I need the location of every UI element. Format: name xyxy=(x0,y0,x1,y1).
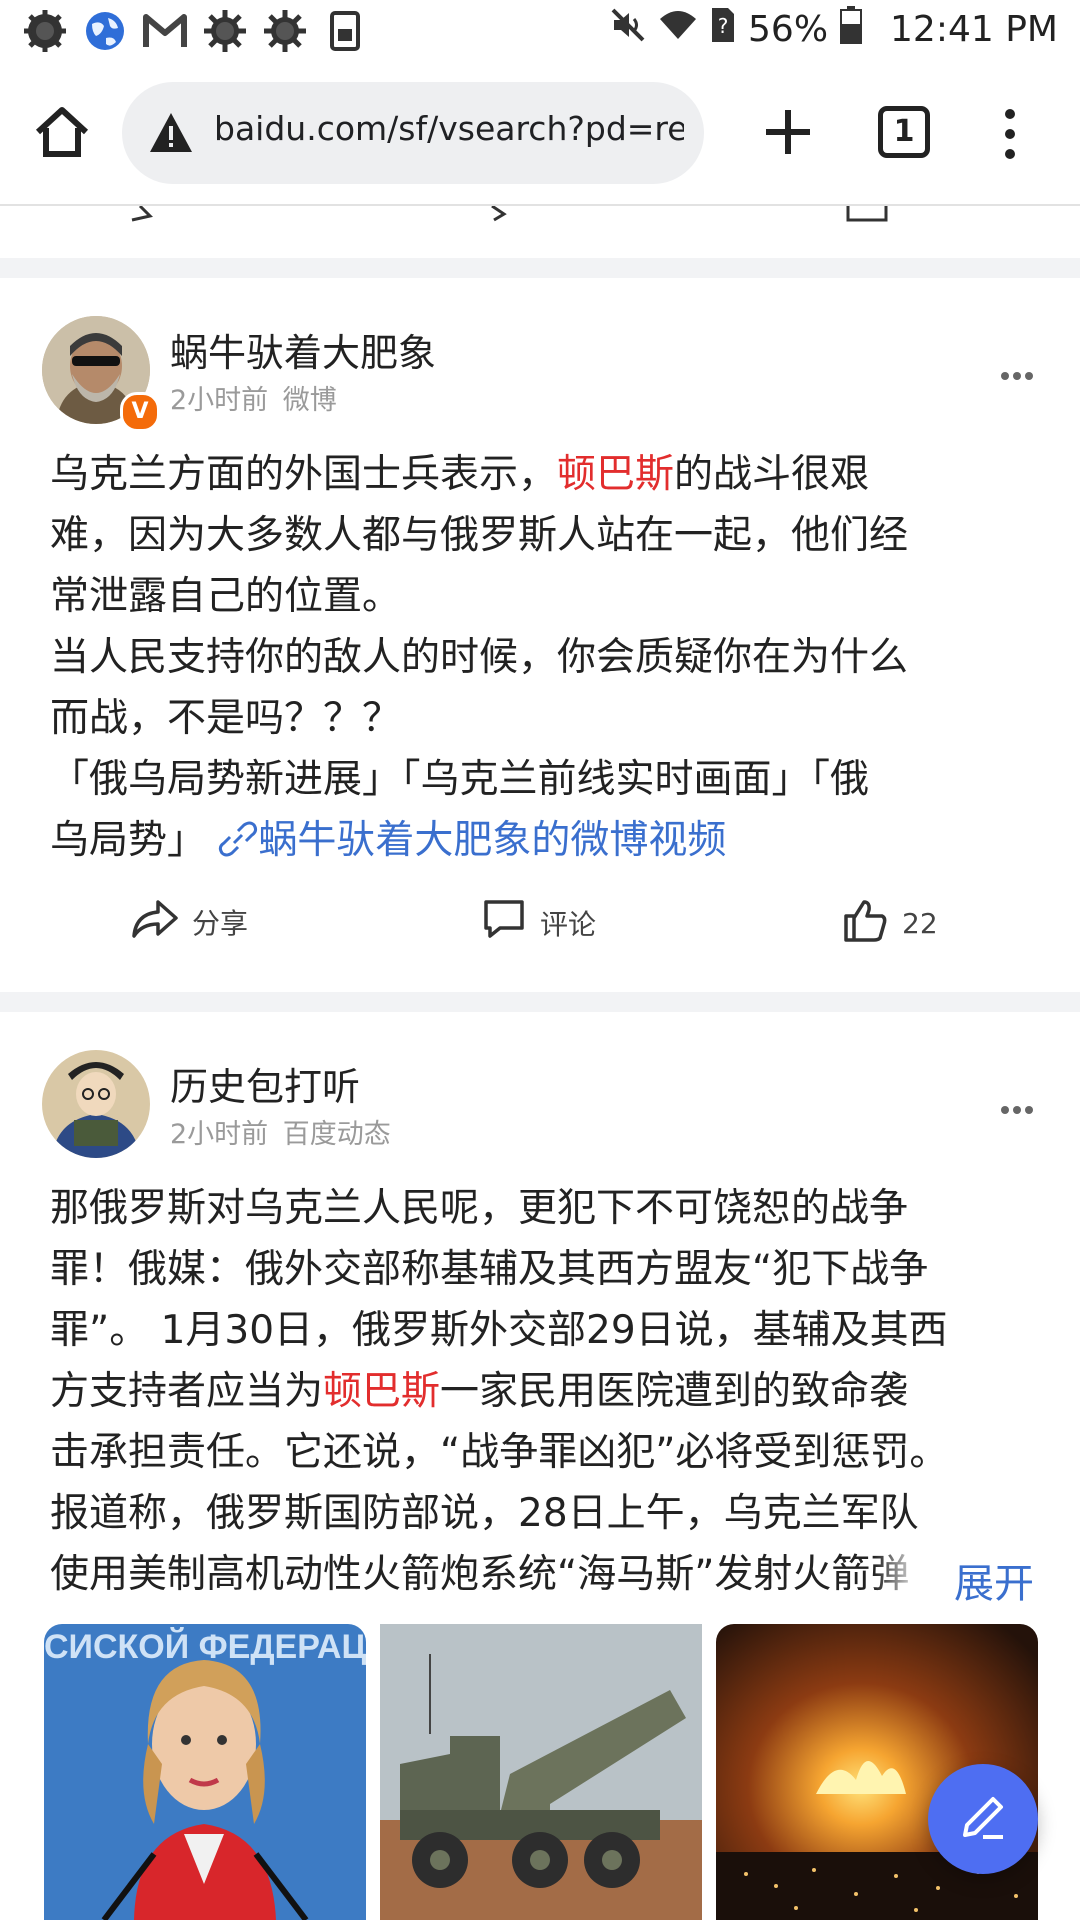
post-text[interactable]: 那俄罗斯对乌克兰人民呢，更犯下不可饶恕的战争 罪！俄媒：俄外交部称基辅及其西方盟… xyxy=(50,1178,1030,1605)
gmail-icon xyxy=(142,8,188,54)
text-line: 方支持者应当为顿巴斯一家民用医院遭到的致命袭 xyxy=(50,1369,909,1414)
battery-icon xyxy=(840,6,863,53)
text-line: 乌局势」 蜗牛驮着大肥象的微博视频 xyxy=(50,818,727,863)
menu-icon[interactable] xyxy=(990,102,1030,166)
highlight-keyword: 顿巴斯 xyxy=(557,452,675,497)
edit-icon xyxy=(957,1791,1009,1847)
share-icon xyxy=(132,898,178,945)
post-source: 百度动态 xyxy=(282,1119,391,1150)
status-bar: ? 56% 12:41 PM xyxy=(0,0,1080,62)
like-button[interactable]: 22 xyxy=(842,898,938,949)
like-icon xyxy=(842,898,888,949)
text-line: 「俄乌局势新进展」「乌克兰前线实时画面」「俄 xyxy=(50,757,870,802)
text-line: 罪！俄媒：俄外交部称基辅及其西方盟友“犯下战争 xyxy=(50,1247,929,1292)
post-time: 2小时前 xyxy=(170,385,269,416)
post-source: 微博 xyxy=(282,385,337,416)
text-line: 乌克兰方面的外国士兵表示，顿巴斯的战斗很艰 xyxy=(50,452,870,497)
wifi-icon xyxy=(658,9,698,50)
like-count: 22 xyxy=(902,907,938,940)
card-separator xyxy=(0,992,1080,1012)
gear-icon xyxy=(22,8,68,54)
warning-icon[interactable] xyxy=(148,110,194,156)
comment-button[interactable]: 评论 xyxy=(482,898,596,947)
post-meta: 2小时前 百度动态 xyxy=(170,1112,391,1151)
plus-icon[interactable] xyxy=(756,100,820,164)
text-line: 难，因为大多数人都与俄罗斯人站在一起，他们经 xyxy=(50,513,909,558)
author-name[interactable]: 蜗牛驮着大肥象 xyxy=(170,322,436,377)
post-text[interactable]: 乌克兰方面的外国士兵表示，顿巴斯的战斗很艰 难，因为大多数人都与俄罗斯人站在一起… xyxy=(50,444,1030,871)
avatar[interactable] xyxy=(42,1050,150,1158)
system-status: ? 56% 12:41 PM xyxy=(610,6,1058,53)
text-line: 那俄罗斯对乌克兰人民呢，更犯下不可饶恕的战争 xyxy=(50,1186,909,1231)
url-text[interactable]: baidu.com/sf/vsearch?pd=rea xyxy=(214,109,684,148)
link-icon xyxy=(218,818,258,863)
gear-icon xyxy=(262,8,308,54)
mute-icon xyxy=(610,7,646,52)
clock: 12:41 PM xyxy=(890,9,1058,50)
highlight-keyword: 顿巴斯 xyxy=(323,1369,441,1414)
tabs-icon[interactable]: 1 xyxy=(878,106,930,158)
share-button[interactable]: 分享 xyxy=(132,898,248,945)
post-time: 2小时前 xyxy=(170,1119,269,1150)
post-card: V 蜗牛驮着大肥象 2小时前 微博 乌克兰方面的外国士兵表示，顿巴斯的战斗很艰 … xyxy=(0,278,1080,992)
browser-toolbar: baidu.com/sf/vsearch?pd=rea 1 xyxy=(0,62,1080,206)
notification-icons xyxy=(22,8,368,54)
text-line: 击承担责任。它还说，“战争罪凶犯”必将受到惩罚。 xyxy=(50,1430,949,1475)
edit-button[interactable] xyxy=(928,1764,1038,1874)
verified-badge: V xyxy=(120,392,160,432)
text-line: 常泄露自己的位置。 xyxy=(50,574,402,619)
more-icon[interactable] xyxy=(1000,354,1034,389)
previous-card-actions xyxy=(0,206,1080,258)
video-link[interactable]: 蜗牛驮着大肥象的微博视频 xyxy=(218,818,726,863)
dictionary-icon xyxy=(322,8,368,54)
post-actions: 分享 评论 22 xyxy=(0,898,1080,958)
comment-icon xyxy=(482,898,526,947)
share-label: 分享 xyxy=(192,906,249,940)
home-icon[interactable] xyxy=(30,100,94,164)
comment-label: 评论 xyxy=(540,907,597,941)
gear-icon xyxy=(202,8,248,54)
text-line: 而战，不是吗？？？ xyxy=(50,696,402,741)
post-image-rocket-launcher[interactable] xyxy=(380,1624,702,1920)
author-name[interactable]: 历史包打听 xyxy=(170,1056,360,1111)
text-line: 罪”。 1月30日，俄罗斯外交部29日说，基辅及其西 xyxy=(50,1308,948,1353)
sim-unknown-icon: ? xyxy=(710,6,736,53)
battery-level: 56% xyxy=(748,9,829,50)
svg-text:?: ? xyxy=(718,14,729,38)
post-meta: 2小时前 微博 xyxy=(170,378,337,417)
text-line: 当人民支持你的敌人的时候，你会质疑你在为什么 xyxy=(50,635,909,680)
globe-icon xyxy=(82,8,128,54)
text-line: 报道称，俄罗斯国防部说，28日上午，乌克兰军队 xyxy=(50,1491,919,1536)
text-line: 使用美制高机动性火箭炮系统“海马斯”发射火箭弹 xyxy=(50,1552,910,1597)
address-bar[interactable]: baidu.com/sf/vsearch?pd=rea xyxy=(122,82,704,184)
card-separator xyxy=(0,258,1080,278)
post-image-spokeswoman[interactable]: СИСКОЙ ФЕДЕРАЦ xyxy=(44,1624,366,1920)
more-icon[interactable] xyxy=(1000,1088,1034,1123)
post-card: 历史包打听 2小时前 百度动态 那俄罗斯对乌克兰人民呢，更犯下不可饶恕的战争 罪… xyxy=(0,1012,1080,1920)
expand-button[interactable]: 展开 xyxy=(874,1551,1034,1609)
